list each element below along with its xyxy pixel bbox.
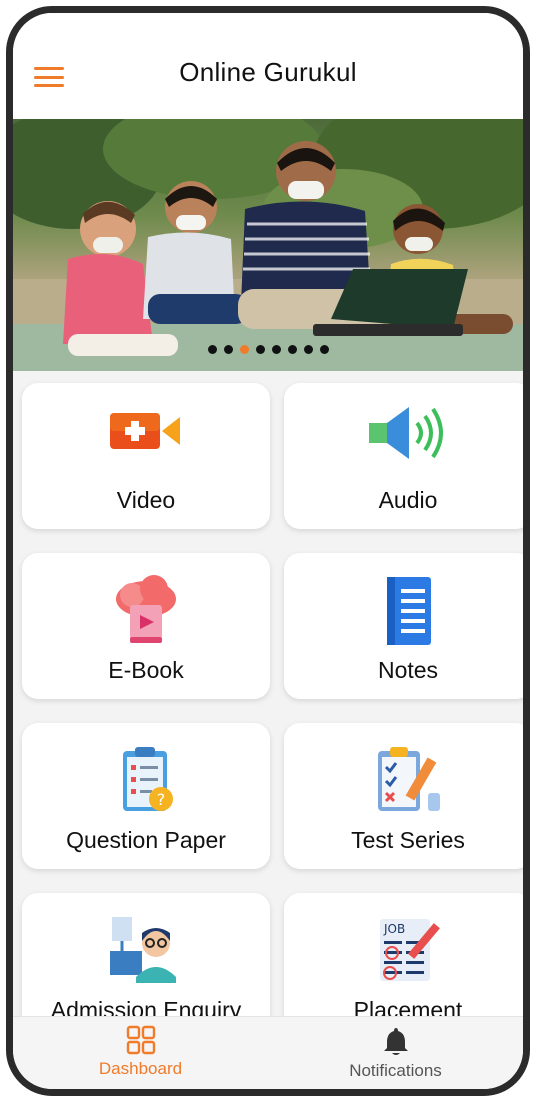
ebook-tile[interactable]: E-Book xyxy=(22,553,270,699)
checklist-pencil-icon xyxy=(284,741,523,821)
video-tile[interactable]: Video xyxy=(22,383,270,529)
question-paper-tile[interactable]: ? Question Paper xyxy=(22,723,270,869)
dashboard-grid-icon xyxy=(126,1025,155,1055)
page-title: Online Gurukul xyxy=(179,57,357,87)
carousel-dot[interactable] xyxy=(319,345,329,354)
carousel-dot[interactable] xyxy=(271,345,281,354)
tile-label: Video xyxy=(116,487,176,513)
tile-label: Test Series xyxy=(351,827,465,853)
svg-text:?: ? xyxy=(157,790,166,809)
notes-tile[interactable]: Notes xyxy=(284,553,523,699)
tile-label: E-Book xyxy=(108,657,184,683)
nav-label: Dashboard xyxy=(98,1059,183,1078)
nav-label: Notifications xyxy=(349,1061,442,1080)
bottom-navigation: Dashboard Notifications xyxy=(13,1016,523,1089)
carousel-dot-active[interactable] xyxy=(239,345,249,354)
video-add-icon xyxy=(22,401,270,481)
app-bar: Online Gurukul xyxy=(13,13,523,119)
carousel-indicator xyxy=(13,345,523,354)
carousel-dot[interactable] xyxy=(207,345,217,354)
counsellor-desk-icon xyxy=(22,911,270,991)
banner-carousel[interactable] xyxy=(13,119,523,371)
test-series-tile[interactable]: Test Series xyxy=(284,723,523,869)
carousel-dot[interactable] xyxy=(303,345,313,354)
carousel-dot[interactable] xyxy=(255,345,265,354)
cloud-ebook-icon xyxy=(22,571,270,651)
tile-label: Notes xyxy=(377,657,439,683)
banner-photo xyxy=(13,119,523,371)
speaker-icon xyxy=(284,401,523,481)
carousel-dot[interactable] xyxy=(287,345,297,354)
svg-text:JOB: JOB xyxy=(383,922,405,936)
nav-notifications[interactable]: Notifications xyxy=(268,1017,523,1089)
audio-tile[interactable]: Audio xyxy=(284,383,523,529)
tile-label: Audio xyxy=(378,487,438,513)
nav-dashboard[interactable]: Dashboard xyxy=(13,1017,268,1089)
clipboard-question-icon: ? xyxy=(22,741,270,821)
notebook-icon xyxy=(284,571,523,651)
phone-frame: Online Gurukul Video Audio E-Book Notes … xyxy=(6,6,530,1096)
bell-icon xyxy=(383,1028,408,1055)
carousel-dot[interactable] xyxy=(223,345,233,354)
job-listing-icon: JOB xyxy=(284,911,523,991)
tile-label: Question Paper xyxy=(66,827,226,853)
